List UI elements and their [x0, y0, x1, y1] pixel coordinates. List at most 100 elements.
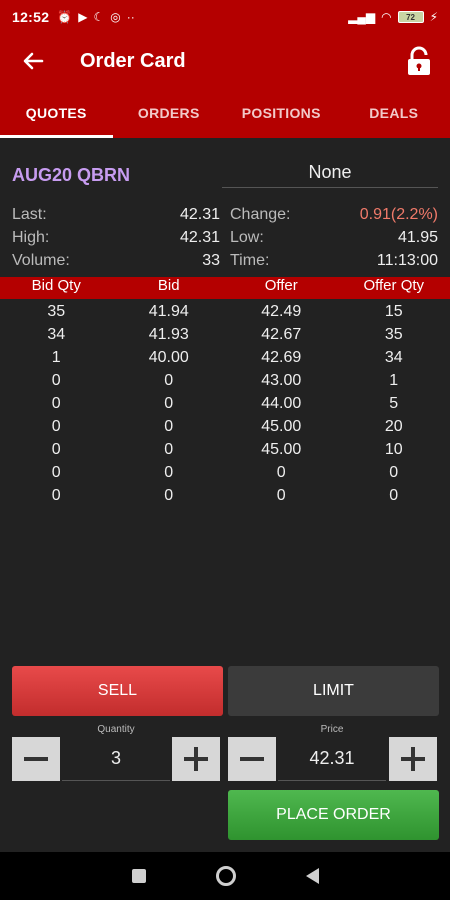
bid-qty-cell: 35: [47, 302, 66, 320]
time-value: 11:13:00: [376, 251, 438, 269]
tab-positions[interactable]: POSITIONS: [225, 88, 338, 138]
stat-row: High: 42.31 Low: 41.95: [12, 226, 438, 249]
tab-deals[interactable]: DEALS: [338, 88, 450, 138]
offer-cell: 42.69: [261, 348, 302, 366]
offer-cell: 43.00: [261, 371, 302, 389]
tab-orders[interactable]: ORDERS: [113, 88, 226, 138]
quantity-decrease-button[interactable]: [12, 737, 60, 781]
offer-qty-cell: 34: [384, 348, 403, 366]
last-label: Last:: [12, 205, 47, 223]
offer-qty-cell: 0: [389, 486, 399, 504]
plus-icon: [401, 747, 425, 771]
offer-cell: 45.00: [261, 417, 302, 435]
tab-bar: QUOTES ORDERS POSITIONS DEALS: [0, 88, 450, 138]
bid-cell: 0: [164, 417, 174, 435]
price-increase-button[interactable]: [389, 737, 437, 781]
offer-qty-cell: 20: [384, 417, 403, 435]
lock-icon[interactable]: [404, 46, 434, 76]
home-icon[interactable]: [215, 866, 236, 886]
table-row[interactable]: 34 41.93 42.67 35: [0, 323, 450, 346]
more-dots-icon: ··: [126, 10, 135, 24]
table-row[interactable]: 0 0 45.00 10: [0, 438, 450, 461]
tab-quotes[interactable]: QUOTES: [0, 88, 113, 138]
change-value: 0.91(2.2%): [359, 205, 438, 223]
sell-button[interactable]: SELL: [12, 666, 223, 716]
last-value: 42.31: [179, 205, 220, 223]
offer-cell: 0: [276, 463, 286, 481]
instrument-symbol[interactable]: AUG20 QBRN: [12, 165, 222, 186]
bid-qty-cell: 1: [51, 348, 61, 366]
bid-cell: 40.00: [148, 348, 189, 366]
time-label: Time:: [230, 251, 270, 269]
high-value: 42.31: [179, 228, 220, 246]
minus-icon: [24, 757, 48, 761]
low-label: Low:: [230, 228, 264, 246]
bid-cell: 0: [164, 440, 174, 458]
offer-cell: 42.67: [261, 325, 302, 343]
bid-qty-cell: 0: [51, 486, 61, 504]
price-decrease-button[interactable]: [228, 737, 276, 781]
back-triangle-icon[interactable]: [305, 868, 319, 884]
place-order-button[interactable]: PLACE ORDER: [228, 790, 439, 840]
change-label: Change:: [230, 205, 291, 223]
instrument-row: AUG20 QBRN None: [12, 160, 438, 190]
offer-cell: 42.49: [261, 302, 302, 320]
table-row[interactable]: 0 0 44.00 5: [0, 392, 450, 415]
table-row[interactable]: 0 0 45.00 20: [0, 415, 450, 438]
minus-icon: [240, 757, 264, 761]
youtube-icon: ▶: [78, 10, 88, 24]
recents-icon[interactable]: [131, 869, 146, 883]
price-label: Price: [320, 724, 344, 735]
table-row[interactable]: 1 40.00 42.69 34: [0, 346, 450, 369]
price-field[interactable]: 42.31: [278, 737, 386, 781]
order-book: 35 41.94 42.49 15 34 41.93 42.67 35 1 40…: [0, 300, 450, 507]
table-row[interactable]: 0 0 0 0: [0, 461, 450, 484]
bid-qty-cell: 0: [51, 463, 61, 481]
app-icon: ◎: [110, 10, 121, 24]
moon-icon: ☾: [93, 10, 105, 24]
offer-cell: 44.00: [261, 394, 302, 412]
offer-cell: 0: [276, 486, 286, 504]
high-label: High:: [12, 228, 50, 246]
bid-qty-cell: 0: [51, 417, 61, 435]
offer-qty-header: Offer Qty: [363, 277, 425, 294]
battery-icon: 72: [397, 11, 424, 23]
bid-qty-header: Bid Qty: [31, 277, 81, 294]
offer-qty-cell: 1: [389, 371, 399, 389]
quote-stats: Last: 42.31 Change: 0.91(2.2%) High: 42.…: [12, 203, 438, 272]
status-system-icons: ▂▄▆ ◠ 72 ⚡: [348, 10, 438, 24]
plus-icon: [184, 747, 208, 771]
offer-qty-cell: 5: [389, 394, 399, 412]
order-book-header: Bid Qty Bid Offer Offer Qty: [0, 277, 450, 299]
bid-cell: 0: [164, 394, 174, 412]
status-notification-icons: ⏰ ▶ ☾ ◎ ··: [57, 10, 134, 24]
page-title: Order Card: [80, 49, 186, 72]
offer-header: Offer: [264, 277, 298, 294]
table-row[interactable]: 0 0 43.00 1: [0, 369, 450, 392]
table-row[interactable]: 0 0 0 0: [0, 484, 450, 507]
bid-header: Bid: [157, 277, 180, 294]
quantity-increase-button[interactable]: [172, 737, 220, 781]
charging-icon: ⚡: [429, 10, 438, 24]
bid-cell: 41.93: [148, 325, 189, 343]
offer-cell: 45.00: [261, 440, 302, 458]
system-nav-bar: [0, 852, 450, 900]
back-arrow-icon[interactable]: [16, 44, 50, 78]
wifi-icon: ◠: [381, 10, 392, 24]
status-time: 12:52: [12, 9, 50, 25]
offer-qty-cell: 10: [384, 440, 403, 458]
alarm-icon: ⏰: [57, 10, 73, 24]
table-row[interactable]: 35 41.94 42.49 15: [0, 300, 450, 323]
offer-qty-cell: 15: [384, 302, 403, 320]
bid-qty-cell: 0: [51, 371, 61, 389]
offer-qty-cell: 35: [384, 325, 403, 343]
order-type-button[interactable]: LIMIT: [228, 666, 439, 716]
stat-row: Volume: 33 Time: 11:13:00: [12, 249, 438, 272]
account-selector[interactable]: None: [222, 162, 438, 188]
bid-cell: 0: [164, 371, 174, 389]
app-bar: Order Card: [0, 34, 450, 88]
volume-label: Volume:: [12, 251, 70, 269]
quantity-field[interactable]: 3: [62, 737, 170, 781]
signal-icon: ▂▄▆: [348, 10, 376, 24]
status-bar: 12:52 ⏰ ▶ ☾ ◎ ·· ▂▄▆ ◠ 72 ⚡: [0, 0, 450, 34]
